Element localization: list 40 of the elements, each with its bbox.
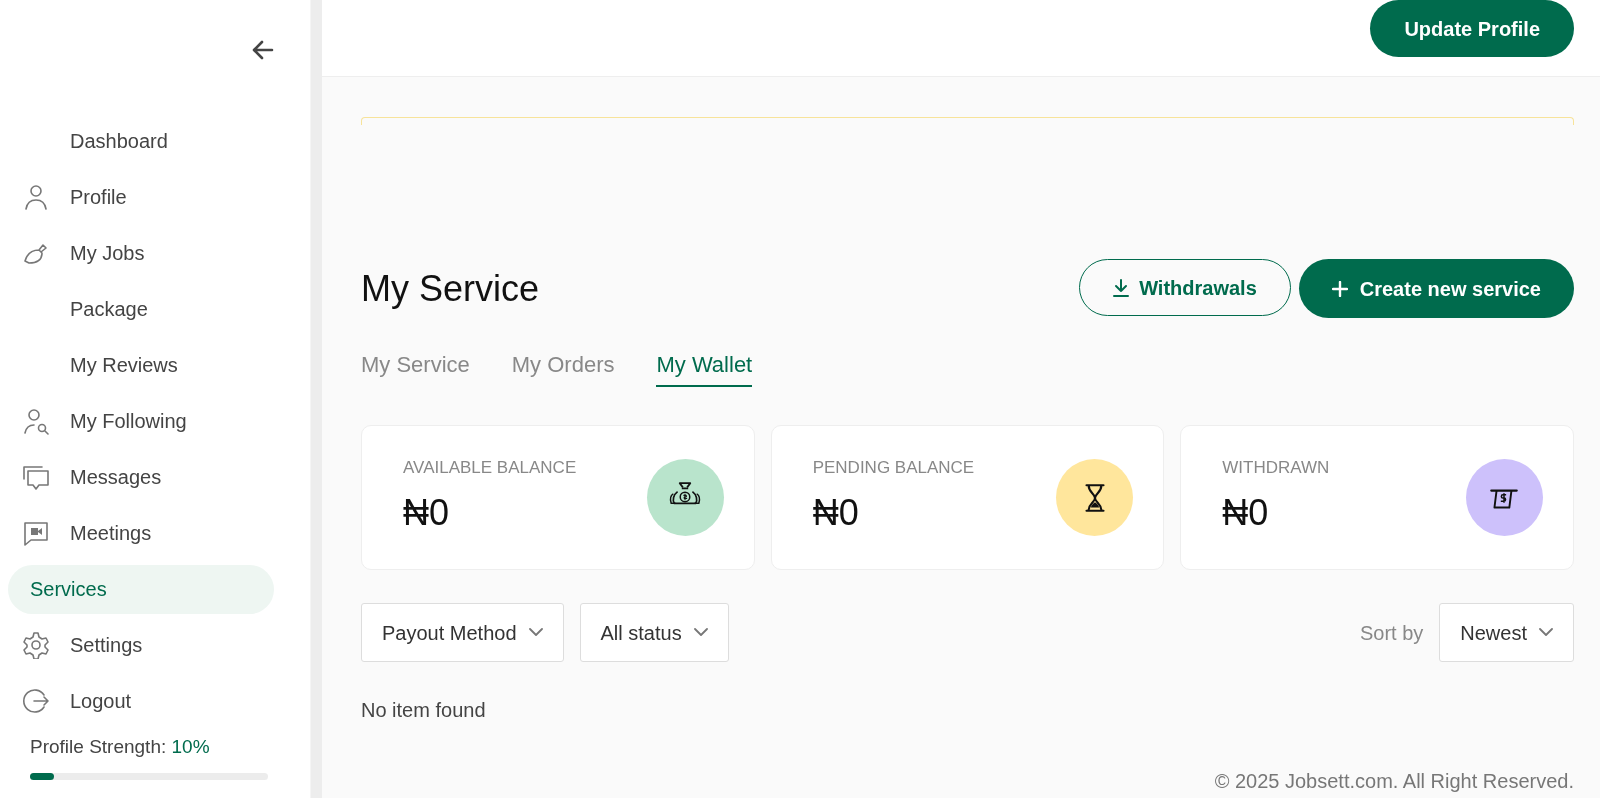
balance-amount: ₦0 [403,491,451,536]
footer-copyright: © 2025 Jobsett.com. All Right Reserved. [1213,769,1574,794]
balance-amount: ₦0 [1222,491,1270,536]
gear-icon [22,631,50,659]
chat-bubbles-icon [22,463,50,491]
video-chat-icon [22,519,50,547]
sidebar-item[interactable]: Settings [8,620,274,670]
person-icon [22,183,50,211]
sidebar-item[interactable]: Package [8,284,274,334]
tab[interactable]: My Wallet [656,348,753,387]
filter-dropdown[interactable]: Payout Method [361,603,564,662]
person-search-icon [22,407,50,435]
chevron-down-icon [1539,628,1553,637]
sidebar-item[interactable]: My Jobs [8,228,274,278]
sidebar-item[interactable]: Logout [8,676,274,726]
balance-label: WITHDRAWN [1222,456,1330,479]
page-title: My Service [361,266,540,311]
chevron-down-icon [693,628,708,637]
sidebar-item[interactable]: Dashboard [8,116,274,166]
logout-icon [22,687,50,715]
update-profile-button[interactable]: Update Profile [1370,0,1574,57]
sort-label: Sort by [1359,620,1424,646]
empty-message: No item found [361,698,487,723]
filter-dropdown[interactable]: All status [579,603,729,662]
back-arrow-icon[interactable] [252,40,274,60]
sidebar-item[interactable]: Services [8,564,274,614]
download-icon [1113,278,1130,297]
sidebar-item[interactable]: My Following [8,396,274,446]
sort-dropdown[interactable]: Newest [1439,603,1574,662]
plus-icon [1331,280,1348,297]
sidebar-item[interactable]: Profile [8,172,274,222]
balance-label: PENDING BALANCE [812,456,975,479]
sidebar-item[interactable]: My Reviews [8,340,274,390]
balance-label: AVAILABLE BALANCE [403,456,577,479]
create-service-button[interactable]: Create new service [1298,259,1574,318]
sidebar-item[interactable]: Meetings [8,508,274,558]
sidebar-item[interactable]: Messages [8,452,274,502]
balance-amount: ₦0 [812,491,860,536]
profile-strength-text: Profile Strength: 10% [30,734,211,759]
chevron-down-icon [528,628,543,637]
